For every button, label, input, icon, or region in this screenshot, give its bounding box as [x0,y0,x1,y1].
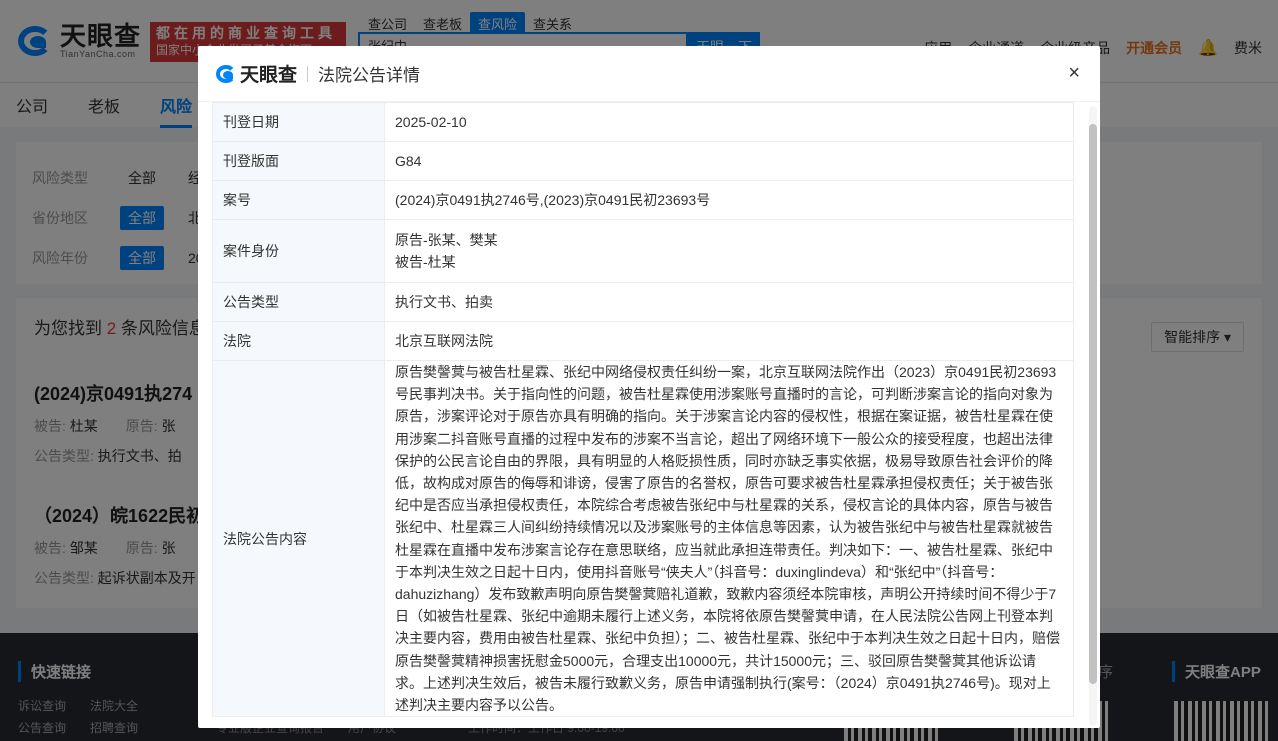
field-label: 刊登日期 [212,102,385,142]
field-label: 案号 [212,180,385,220]
dialog-body: 刊登日期 2025-02-10 刊登版面 G84 案号 (2024)京0491执… [212,102,1074,728]
field-value: 执行文书、拍卖 [384,282,1074,322]
defendant-line: 被告-杜某 [395,254,456,270]
dialog-header: 天眼查 法院公告详情 × [198,46,1100,102]
detail-table: 刊登日期 2025-02-10 刊登版面 G84 案号 (2024)京0491执… [212,102,1074,718]
field-value: G84 [384,141,1074,181]
table-row: 公告类型 执行文书、拍卖 [212,282,1074,322]
field-label: 法院 [212,321,385,361]
field-label: 刊登版面 [212,141,385,181]
scrollbar-thumb[interactable] [1089,124,1097,684]
dialog-logo: 天眼查 [216,60,297,87]
table-row: 刊登日期 2025-02-10 [212,102,1074,142]
table-row: 案号 (2024)京0491执2746号,(2023)京0491民初23693号 [212,180,1074,220]
close-icon[interactable]: × [1068,62,1080,84]
field-value: 2025-02-10 [384,102,1074,142]
notice-content: 原告樊謦蓂与被告杜星霖、张纪中网络侵权责任纠纷一案，北京互联网法院作出（2023… [384,359,1074,718]
field-label: 公告类型 [212,282,385,322]
dialog-logo-text: 天眼查 [240,65,298,86]
field-label: 法院公告内容 [212,359,385,718]
table-row: 刊登版面 G84 [212,141,1074,181]
table-row: 案件身份 原告-张某、樊某 被告-杜某 [212,219,1074,283]
party-value: 原告-张某、樊某 被告-杜某 [384,219,1074,283]
table-row: 法院公告内容 原告樊謦蓂与被告杜星霖、张纪中网络侵权责任纠纷一案，北京互联网法院… [212,359,1074,718]
dialog-title: 法院公告详情 [318,66,421,85]
divider [307,65,309,82]
court-value: 北京互联网法院 [384,321,1074,361]
plaintiff-line: 原告-张某、樊某 [395,232,498,248]
case-number-value: (2024)京0491执2746号,(2023)京0491民初23693号 [384,180,1074,220]
court-notice-dialog: 天眼查 法院公告详情 × 刊登日期 2025-02-10 刊登版面 G84 案号… [198,46,1100,728]
tianyancha-logo-icon [216,64,238,84]
field-label: 案件身份 [212,219,385,283]
table-row: 法院 北京互联网法院 [212,321,1074,361]
